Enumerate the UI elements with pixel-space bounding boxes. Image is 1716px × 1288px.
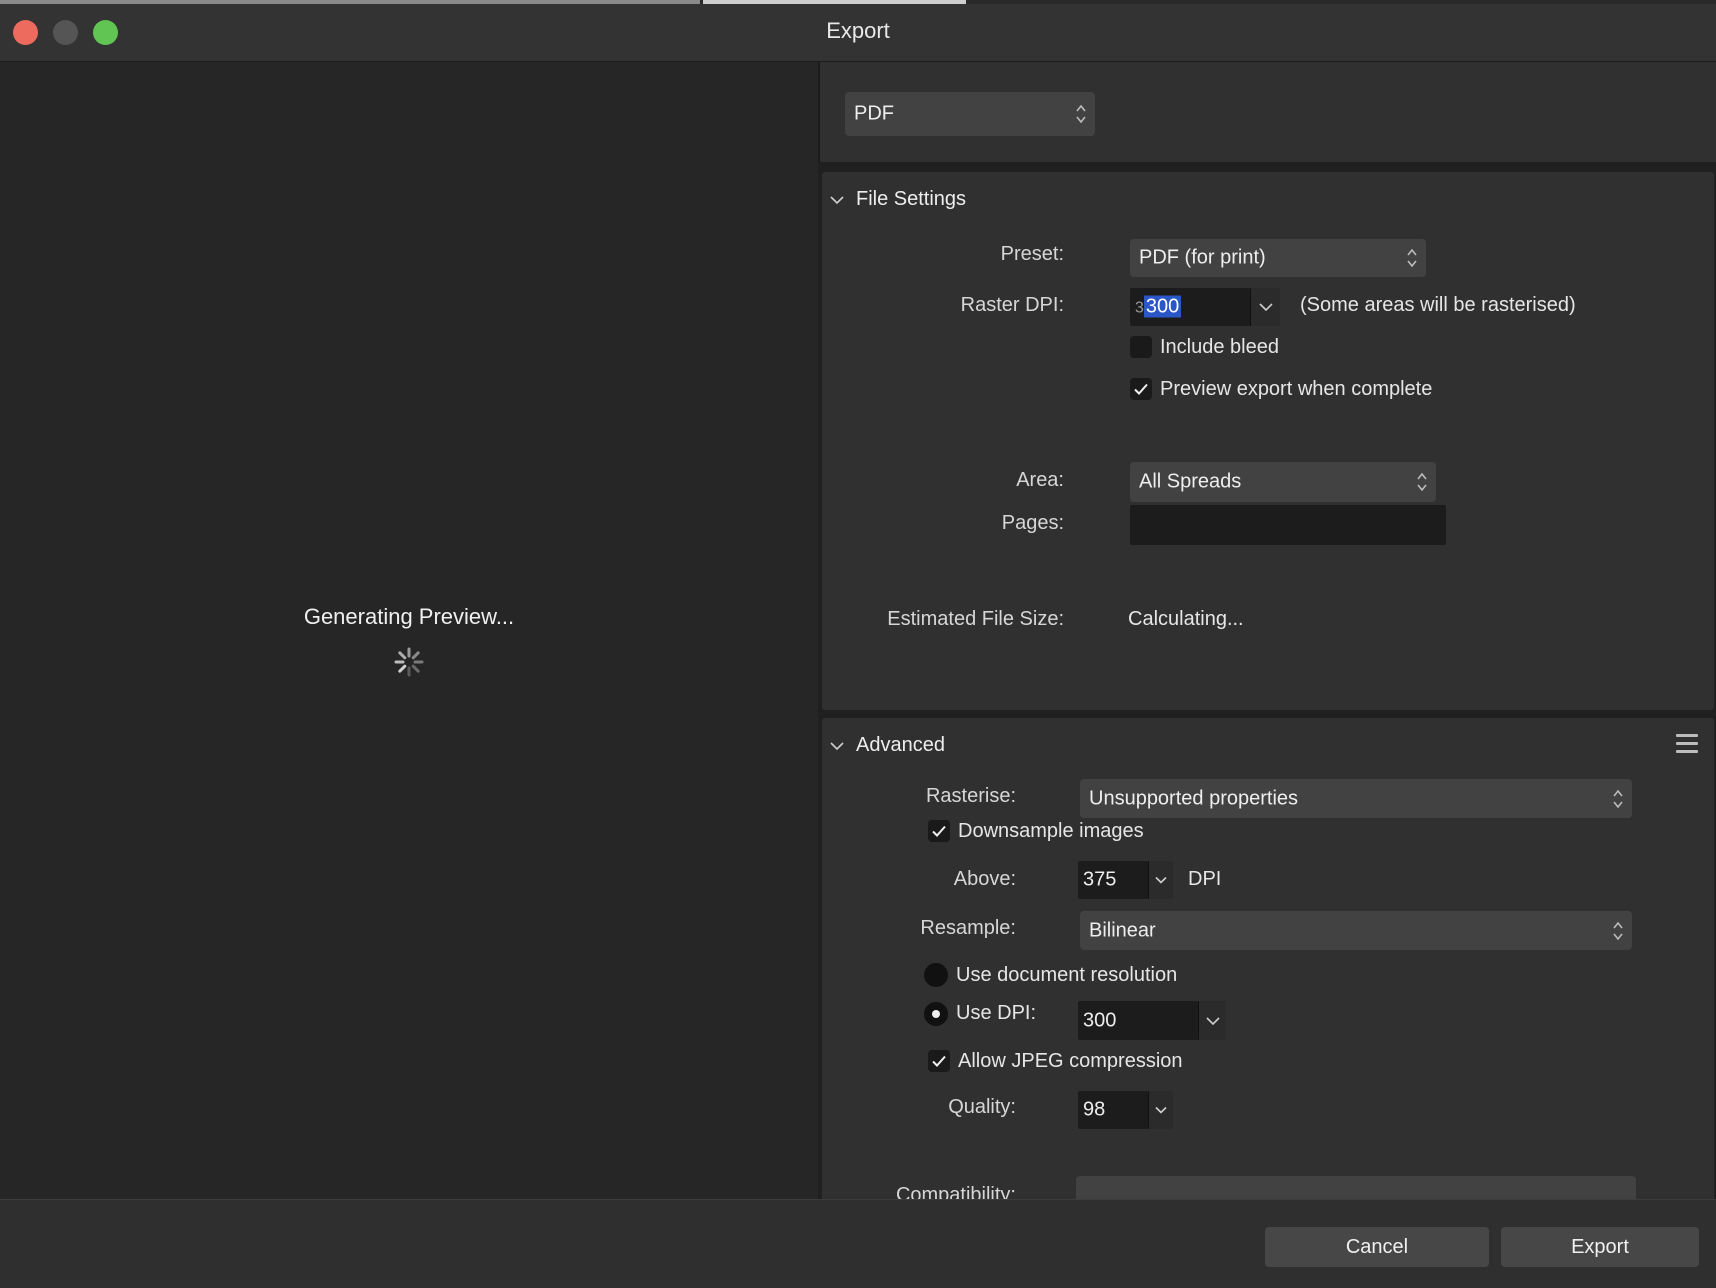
top-strip-segment: [703, 0, 966, 4]
top-strip-segment: [0, 0, 700, 4]
chevron-down-icon: [830, 196, 844, 204]
above-unit: DPI: [1188, 868, 1222, 890]
cancel-button[interactable]: Cancel: [1265, 1227, 1489, 1267]
above-label: Above:: [953, 868, 1016, 890]
raster-dpi-prefix: 3: [1135, 299, 1144, 317]
resample-select-value: Bilinear: [1089, 919, 1156, 941]
resample-label: Resample:: [920, 917, 1016, 939]
jpeg-compression-checkbox[interactable]: [928, 1050, 950, 1072]
resample-select[interactable]: Bilinear: [1080, 911, 1632, 950]
advanced-header[interactable]: Advanced: [830, 734, 945, 757]
rasterise-select[interactable]: Unsupported properties: [1080, 779, 1632, 818]
use-document-resolution-radio[interactable]: [924, 963, 948, 987]
advanced-section: Advanced Rasterise: Unsupported properti…: [822, 718, 1714, 1199]
above-dropdown[interactable]: [1148, 861, 1173, 899]
raster-dpi-label: Raster DPI:: [960, 294, 1064, 316]
preview-status: Generating Preview...: [303, 604, 515, 629]
chevron-down-icon: [830, 742, 844, 750]
spinner-icon: [394, 647, 424, 677]
raster-dpi-dropdown[interactable]: [1250, 288, 1280, 326]
preset-label: Preset:: [1000, 243, 1064, 265]
settings-pane: PDF File Settings Preset: PDF (for print…: [818, 62, 1716, 1199]
compatibility-label: Compatibility:: [895, 1184, 1016, 1199]
checkmark-icon: [1134, 383, 1148, 395]
use-dpi-radio[interactable]: [924, 1002, 948, 1026]
use-dpi-label: Use DPI:: [956, 1002, 1037, 1024]
chevron-down-icon: [1155, 876, 1167, 884]
format-select-value: PDF: [854, 102, 894, 125]
updown-chevron-icon: [1613, 789, 1623, 808]
updown-chevron-icon: [1407, 248, 1417, 268]
quality-input[interactable]: 98: [1078, 1091, 1148, 1129]
menu-icon[interactable]: [1676, 734, 1698, 754]
title-bar: Export: [0, 0, 1716, 62]
export-button[interactable]: Export: [1501, 1227, 1699, 1267]
preview-export-checkbox[interactable]: [1130, 378, 1152, 400]
top-strip: [0, 0, 1716, 4]
compatibility-select[interactable]: [1076, 1176, 1636, 1199]
checkmark-icon: [932, 1055, 946, 1067]
export-dialog: Export Generating Preview... PDF File Se…: [0, 0, 1716, 1288]
quality-dropdown[interactable]: [1148, 1091, 1173, 1129]
updown-chevron-icon: [1613, 921, 1623, 940]
use-document-resolution-label: Use document resolution: [956, 964, 1178, 986]
file-settings-header[interactable]: File Settings: [830, 188, 966, 211]
pages-label: Pages:: [1001, 512, 1064, 534]
updown-chevron-icon: [1417, 472, 1427, 492]
chevron-down-icon: [1205, 1016, 1220, 1025]
advanced-title: Advanced: [856, 734, 945, 756]
preset-select-value: PDF (for print): [1139, 246, 1266, 269]
include-bleed-label: Include bleed: [1160, 336, 1279, 358]
file-settings-title: File Settings: [856, 188, 967, 210]
area-select[interactable]: All Spreads: [1130, 462, 1436, 502]
chevron-down-icon: [1155, 1106, 1167, 1114]
pages-input[interactable]: [1130, 505, 1446, 545]
checkmark-icon: [932, 825, 946, 837]
downsample-checkbox[interactable]: [928, 820, 950, 842]
include-bleed-checkbox[interactable]: [1130, 336, 1152, 358]
use-dpi-value: 300: [1083, 1009, 1117, 1031]
above-input[interactable]: 375: [1078, 861, 1148, 899]
area-select-value: All Spreads: [1139, 470, 1242, 493]
chevron-down-icon: [1258, 303, 1273, 312]
preview-pane: Generating Preview...: [0, 62, 818, 1199]
format-select[interactable]: PDF: [845, 92, 1095, 136]
estimated-file-size-label: Estimated File Size:: [887, 608, 1064, 630]
raster-dpi-input[interactable]: 3 300: [1130, 288, 1250, 326]
estimated-file-size-value: Calculating...: [1128, 608, 1244, 630]
area-label: Area:: [1016, 469, 1064, 491]
rasterise-label: Rasterise:: [925, 785, 1016, 807]
raster-dpi-value: 300: [1143, 295, 1182, 318]
downsample-label: Downsample images: [958, 820, 1144, 842]
quality-label: Quality:: [948, 1096, 1016, 1118]
preset-select[interactable]: PDF (for print): [1130, 239, 1426, 277]
above-value: 375: [1083, 868, 1117, 891]
bottom-bar: Cancel Export: [0, 1199, 1716, 1288]
quality-value: 98: [1083, 1098, 1106, 1121]
use-dpi-input[interactable]: 300: [1078, 1001, 1198, 1040]
format-bar: PDF: [818, 62, 1716, 162]
jpeg-compression-label: Allow JPEG compression: [958, 1050, 1183, 1072]
window-title: Export: [826, 18, 890, 43]
raster-note: (Some areas will be rasterised): [1300, 294, 1576, 316]
rasterise-select-value: Unsupported properties: [1089, 787, 1299, 809]
use-dpi-dropdown[interactable]: [1198, 1001, 1226, 1040]
file-settings-section: File Settings Preset: PDF (for print) Ra…: [822, 172, 1714, 710]
radio-selected-dot: [932, 1010, 940, 1018]
preview-export-label: Preview export when complete: [1160, 378, 1433, 400]
updown-chevron-icon: [1076, 104, 1086, 124]
